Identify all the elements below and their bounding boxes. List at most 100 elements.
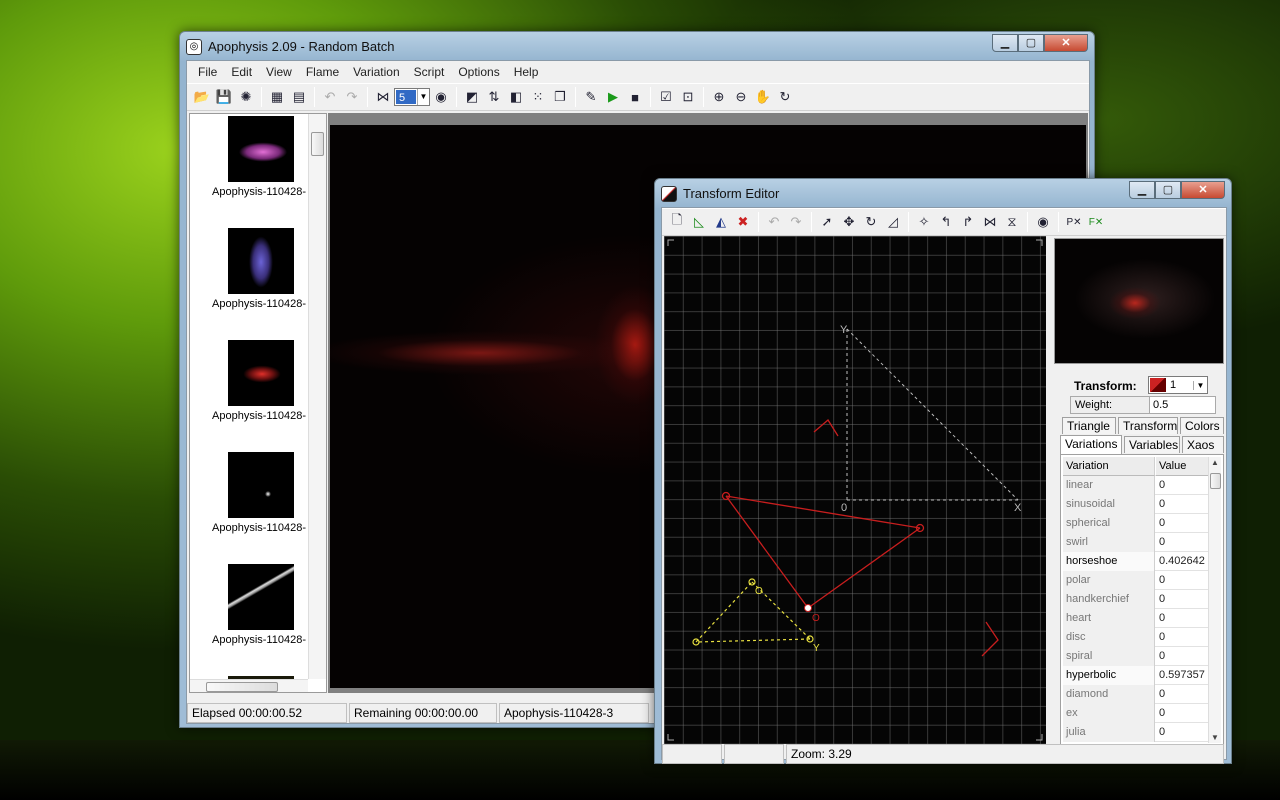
- menu-file[interactable]: File: [191, 65, 224, 79]
- zoom-out-icon[interactable]: ⊖: [730, 86, 752, 108]
- tab-transform[interactable]: Transform: [1118, 417, 1178, 434]
- script-edit-icon[interactable]: ✎: [580, 86, 602, 108]
- tab-triangle[interactable]: Triangle: [1062, 417, 1116, 434]
- flip-icon[interactable]: ⋈: [372, 86, 394, 108]
- adjust-icon[interactable]: ⇅: [483, 86, 505, 108]
- thumbnail-vscrollbar[interactable]: [308, 114, 326, 679]
- thumbnail-hscrollbar[interactable]: [190, 679, 308, 692]
- add-transform-icon[interactable]: ◺: [688, 211, 710, 233]
- rotate-tool-icon[interactable]: ↻: [860, 211, 882, 233]
- table-row[interactable]: hyperbolic 0.597357: [1063, 666, 1208, 685]
- thumbnail-3[interactable]: [228, 340, 294, 406]
- table-row[interactable]: swirl 0: [1063, 533, 1208, 552]
- open-icon[interactable]: 📂: [191, 86, 213, 108]
- variation-value-field[interactable]: 0.597357: [1156, 666, 1208, 685]
- chevron-up-icon[interactable]: ▲: [1211, 458, 1219, 467]
- chevron-down-icon[interactable]: ▼: [1211, 733, 1219, 742]
- hscroll-thumb[interactable]: [206, 682, 278, 692]
- fit-icon[interactable]: ⊡: [677, 86, 699, 108]
- chevron-down-icon[interactable]: ▼: [417, 89, 429, 105]
- triangle-canvas[interactable]: Y X 0 O O Y: [664, 236, 1046, 744]
- weight-field[interactable]: 0.5: [1149, 397, 1215, 413]
- menu-flame[interactable]: Flame: [299, 65, 346, 79]
- post-transform-icon[interactable]: P✕: [1063, 211, 1085, 233]
- table-row[interactable]: ex 0: [1063, 704, 1208, 723]
- flip-horizontal-icon[interactable]: ⋈: [979, 211, 1001, 233]
- flip-vertical-icon[interactable]: ⧖: [1001, 211, 1023, 233]
- thumbnail-4[interactable]: [228, 452, 294, 518]
- move-icon[interactable]: ✥: [838, 211, 860, 233]
- column-variation-header[interactable]: Variation: [1063, 457, 1155, 476]
- variation-value-field[interactable]: 0: [1156, 590, 1208, 609]
- menu-help[interactable]: Help: [507, 65, 546, 79]
- table-row[interactable]: sinusoidal 0: [1063, 495, 1208, 514]
- undo-icon[interactable]: ↶: [763, 211, 785, 233]
- minimize-button[interactable]: ▁: [1129, 181, 1155, 199]
- tab-variations[interactable]: Variations: [1060, 435, 1122, 454]
- main-titlebar[interactable]: ◎ Apophysis 2.09 - Random Batch ▁ ▢ ✕: [180, 32, 1094, 60]
- variation-value-field[interactable]: 0: [1156, 685, 1208, 704]
- mutate-icon[interactable]: ⁙: [527, 86, 549, 108]
- duplicate-transform-icon[interactable]: ◭: [710, 211, 732, 233]
- select-pointer-icon[interactable]: ➚: [816, 211, 838, 233]
- variation-value-field[interactable]: 0: [1156, 533, 1208, 552]
- variation-value-field[interactable]: 0: [1156, 571, 1208, 590]
- rotate-icon[interactable]: ↻: [774, 86, 796, 108]
- preview-eye-icon[interactable]: ◉: [1032, 211, 1054, 233]
- chevron-down-icon[interactable]: ▼: [1193, 380, 1207, 390]
- editor-titlebar[interactable]: Transform Editor ▁ ▢ ✕: [655, 179, 1231, 207]
- rotate-right-icon[interactable]: ↱: [957, 211, 979, 233]
- redo-icon[interactable]: ↷: [341, 86, 363, 108]
- layers-icon[interactable]: ❐: [549, 86, 571, 108]
- run-script-icon[interactable]: ▶: [602, 86, 624, 108]
- variation-value-field[interactable]: 0: [1156, 514, 1208, 533]
- table-row[interactable]: spiral 0: [1063, 647, 1208, 666]
- scroll-thumb[interactable]: [1210, 473, 1221, 489]
- zoom-in-icon[interactable]: ⊕: [708, 86, 730, 108]
- thumbnail-5[interactable]: [228, 564, 294, 630]
- rotate-left-icon[interactable]: ↰: [935, 211, 957, 233]
- menu-options[interactable]: Options: [451, 65, 506, 79]
- maximize-button[interactable]: ▢: [1018, 34, 1044, 52]
- table-row[interactable]: disc 0: [1063, 628, 1208, 647]
- table-row[interactable]: heart 0: [1063, 609, 1208, 628]
- redo-icon[interactable]: ↷: [785, 211, 807, 233]
- new-transform-icon[interactable]: 🗋: [666, 211, 688, 233]
- delete-transform-icon[interactable]: ✖: [732, 211, 754, 233]
- variation-value-field[interactable]: 0: [1156, 704, 1208, 723]
- tab-variables[interactable]: Variables: [1124, 436, 1180, 453]
- table-row[interactable]: handkerchief 0: [1063, 590, 1208, 609]
- undo-icon[interactable]: ↶: [319, 86, 341, 108]
- menu-script[interactable]: Script: [407, 65, 452, 79]
- scroll-thumb[interactable]: [311, 132, 324, 156]
- pan-hand-icon[interactable]: ✋: [752, 86, 774, 108]
- transform-select[interactable]: 1 ▼: [1148, 376, 1208, 394]
- close-button[interactable]: ✕: [1181, 181, 1225, 199]
- batch-size-spinner[interactable]: 5 ▼: [394, 88, 430, 106]
- variation-value-field[interactable]: 0: [1156, 723, 1208, 742]
- table-row[interactable]: julia 0: [1063, 723, 1208, 742]
- save-icon[interactable]: 💾: [213, 86, 235, 108]
- thumbnail-1[interactable]: [228, 116, 294, 182]
- tab-xaos[interactable]: Xaos: [1182, 436, 1224, 453]
- variations-table[interactable]: Variation Value linear 0 sinusoidal 0 spheri…: [1063, 457, 1221, 743]
- variation-value-field[interactable]: 0: [1156, 476, 1208, 495]
- editor-icon[interactable]: ◩: [461, 86, 483, 108]
- final-transform-icon[interactable]: F✕: [1085, 211, 1107, 233]
- menu-view[interactable]: View: [259, 65, 299, 79]
- menu-variation[interactable]: Variation: [346, 65, 406, 79]
- variation-value-field[interactable]: 0: [1156, 609, 1208, 628]
- variation-value-field[interactable]: 0: [1156, 647, 1208, 666]
- close-button[interactable]: ✕: [1044, 34, 1088, 52]
- thumbnail-2[interactable]: [228, 228, 294, 294]
- variation-value-field[interactable]: 0: [1156, 628, 1208, 647]
- list-view-icon[interactable]: ▦: [266, 86, 288, 108]
- table-row[interactable]: linear 0: [1063, 476, 1208, 495]
- column-value-header[interactable]: Value: [1156, 457, 1208, 476]
- stop-script-icon[interactable]: ■: [624, 86, 646, 108]
- table-row[interactable]: horseshoe 0.402642: [1063, 552, 1208, 571]
- reset-position-icon[interactable]: ✧: [913, 211, 935, 233]
- gradient-icon[interactable]: ◧: [505, 86, 527, 108]
- selected-vertex[interactable]: [804, 604, 812, 612]
- variation-value-field[interactable]: 0.402642: [1156, 552, 1208, 571]
